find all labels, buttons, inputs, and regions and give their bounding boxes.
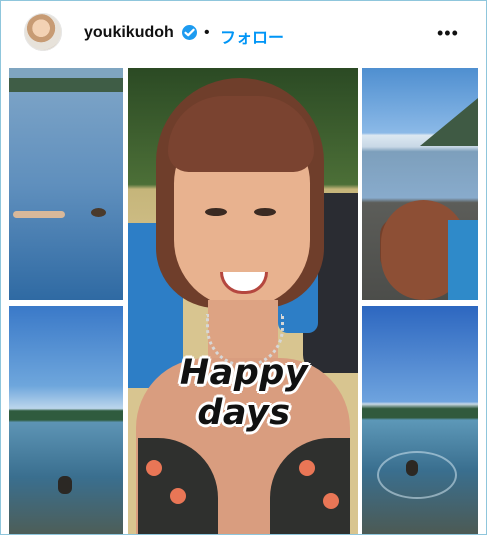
post-header: youkikudoh • フォロー ••• xyxy=(1,1,486,63)
eye-left xyxy=(205,208,227,216)
floral-print xyxy=(299,460,315,476)
wading-person xyxy=(58,476,72,494)
photo-portrait[interactable] xyxy=(128,68,358,534)
bathing-person xyxy=(406,460,418,476)
swimmer-head xyxy=(91,208,106,217)
floral-print xyxy=(323,493,339,509)
instagram-post: youkikudoh • フォロー ••• Happy days xyxy=(0,0,487,535)
verified-badge-icon xyxy=(182,25,197,40)
eye-right xyxy=(254,208,276,216)
floral-print xyxy=(170,488,186,504)
water-ripple xyxy=(377,451,457,499)
more-options-icon[interactable]: ••• xyxy=(437,23,459,44)
photo-lake-swimming[interactable] xyxy=(9,68,123,300)
mountain xyxy=(420,88,478,146)
avatar[interactable] xyxy=(24,13,62,51)
username[interactable]: youkikudoh xyxy=(84,24,174,42)
swimmer xyxy=(13,211,65,218)
photo-lake-wading[interactable] xyxy=(9,306,123,534)
follow-button[interactable]: フォロー xyxy=(220,24,284,48)
photo-lake-bathing[interactable] xyxy=(362,306,478,534)
blue-towel xyxy=(448,220,478,300)
bangs xyxy=(168,96,314,172)
separator-dot: • xyxy=(204,24,210,41)
photo-dog-by-lake[interactable] xyxy=(362,68,478,300)
overlay-caption: Happy days xyxy=(179,353,309,433)
floral-print xyxy=(146,460,162,476)
